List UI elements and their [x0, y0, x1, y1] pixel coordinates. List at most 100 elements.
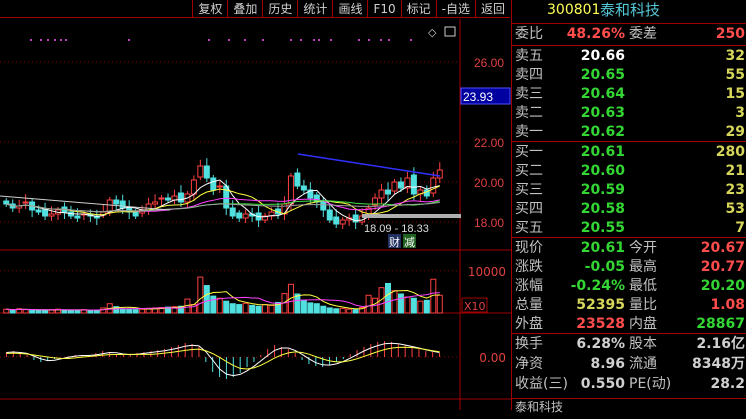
volume-tick: 10000 [468, 265, 506, 279]
fund-row-label2: 股本 [629, 336, 657, 352]
sell-row-value: 20.62 [580, 124, 625, 140]
volume-bar [35, 309, 42, 314]
panel-toggle-icon [444, 26, 456, 37]
volume-bar [307, 302, 314, 314]
fund-row-value: 8.96 [590, 356, 625, 372]
candle-body [339, 219, 346, 225]
candle-body [3, 200, 10, 205]
sell-row: 卖五 20.66 32 [512, 47, 746, 66]
signal-dot [47, 39, 49, 41]
signal-dot [330, 39, 332, 41]
candle-body [22, 201, 29, 204]
candle-body [410, 174, 417, 195]
candle-body [158, 197, 165, 200]
weicha-value: 250 [715, 26, 745, 42]
toolbar-button-6[interactable]: 标记 [400, 0, 436, 17]
buy-row-label: 买二 [515, 163, 543, 179]
fund-row-label: 收益(三) [515, 376, 568, 392]
fund-row: 净资 8.96 流通 8348万 [512, 355, 746, 374]
candle-body [229, 207, 236, 217]
signal-dot [128, 39, 130, 41]
jian-tag: 减 [404, 236, 415, 249]
footer-name: 泰和科技 [515, 400, 564, 414]
sell-row: 卖四 20.65 55 [512, 66, 746, 85]
candle-body [165, 197, 171, 201]
candle-body [152, 201, 159, 205]
volume-bar [229, 303, 236, 314]
signal-dot [228, 39, 230, 41]
trend-line-blue [297, 153, 441, 177]
stat-row-value2: 20.20 [700, 278, 745, 294]
price-tick: 26.00 [474, 56, 504, 70]
volume-bar [346, 308, 353, 314]
candle-body [242, 213, 249, 219]
candle-body [216, 185, 223, 188]
sell-row: 卖二 20.63 3 [512, 104, 746, 123]
stat-row: 涨跌 -0.05 最高 20.77 [512, 258, 746, 277]
buy-row-value: 20.61 [580, 144, 625, 160]
signal-dot [410, 39, 412, 41]
toolbar-button-1[interactable]: 叠加 [227, 0, 262, 17]
current-price-tag: 23.93 [463, 90, 493, 104]
candle-body [210, 177, 217, 191]
candle-body [320, 201, 327, 211]
toolbar-button-4[interactable]: 画线 [332, 0, 367, 17]
fund-row-label2: PE(动) [629, 376, 672, 392]
candle-body [378, 189, 385, 199]
buy-row-value2: 21 [725, 163, 745, 179]
buy-row-label: 买五 [515, 220, 543, 236]
stat-row-label2: 内盘 [629, 316, 657, 332]
toolbar-button-0[interactable]: 复权 [192, 0, 227, 17]
toolbar-button-5[interactable]: F10 [367, 0, 400, 17]
sell-row-value2: 3 [735, 105, 745, 121]
volume-bar [139, 308, 146, 314]
candle-body [391, 181, 398, 192]
candle-body [106, 199, 113, 213]
macd-tick: 0.00 [479, 351, 506, 365]
volume-bar [436, 294, 443, 314]
stat-row-label2: 最低 [629, 278, 657, 294]
buy-row: 买二 20.60 21 [512, 162, 746, 181]
toolbar-button-2[interactable]: 历史 [262, 0, 297, 17]
signal-dot [40, 39, 42, 41]
candle-body [203, 165, 210, 179]
stat-row-label2: 最高 [629, 259, 657, 275]
fund-row: 收益(三) 0.550 PE(动) 28.2 [512, 375, 746, 394]
volume-bar [203, 285, 210, 314]
signal-dot [358, 39, 360, 41]
stat-row-value: -0.24% [570, 278, 625, 294]
stat-row-value2: 20.77 [700, 259, 745, 275]
toolbar-button-8[interactable]: 返回 [474, 0, 510, 17]
toolbar-button-3[interactable]: 统计 [297, 0, 332, 17]
volume-bar [197, 276, 204, 314]
cai-tag: 财 [389, 235, 400, 249]
buy-row-value2: 280 [715, 144, 745, 160]
volume-bar [352, 309, 359, 314]
candle-body [132, 211, 139, 217]
sell-row-value: 20.66 [580, 48, 625, 64]
volume-unit: X10 [464, 300, 486, 313]
stat-row-label: 现价 [515, 240, 543, 256]
stat-row-value: 23528 [576, 316, 625, 332]
stat-row: 现价 20.61 今开 20.67 [512, 239, 746, 258]
candle-body [436, 169, 443, 179]
fund-row-label: 净资 [515, 356, 543, 372]
diamond-icon: ◇ [428, 26, 437, 39]
candle-body [113, 199, 120, 205]
kline-chart[interactable]: 26.00 22.00 20.00 18.00 23.93 ◇ 18.09 - 18.33财… [0, 19, 511, 410]
stat-row-label: 涨幅 [515, 278, 543, 294]
stat-row-value: 52395 [576, 297, 625, 313]
weicha-label: 委差 [629, 26, 657, 42]
toolbar-button-7[interactable]: -自选 [435, 0, 475, 17]
volume-bar [132, 309, 139, 314]
stat-row-label2: 量比 [629, 297, 657, 313]
buy-row-label: 买一 [515, 144, 543, 160]
buy-row-value: 20.55 [580, 220, 625, 236]
candle-body [119, 200, 126, 209]
volume-bar [300, 299, 307, 314]
buy-row: 买三 20.59 23 [512, 181, 746, 200]
fund-row-value2: 8348万 [692, 356, 745, 372]
weibi-label: 委比 [515, 26, 543, 42]
dea-line [6, 346, 440, 370]
volume-bar [397, 293, 404, 314]
